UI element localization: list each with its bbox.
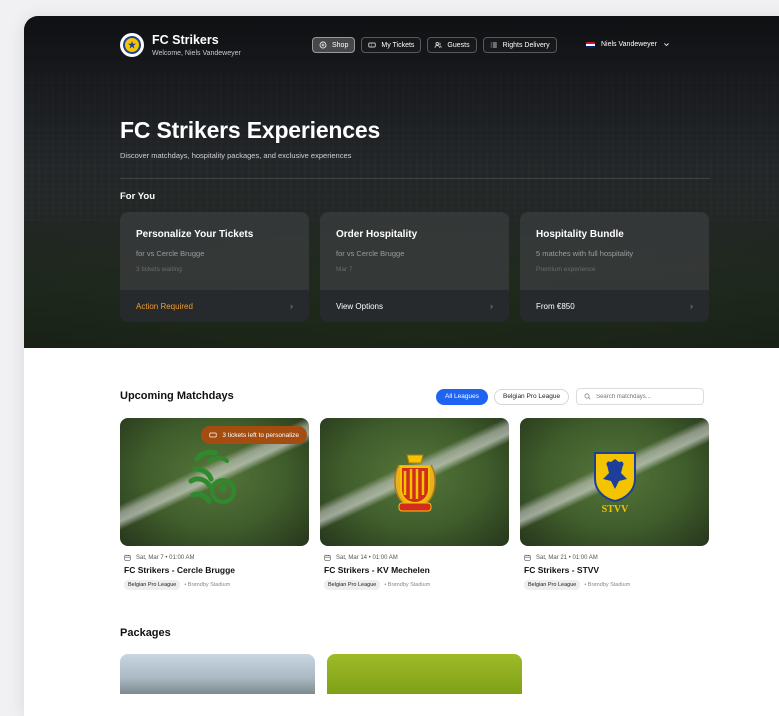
nav-bar: Shop My Tickets Guests Rights Delivery xyxy=(312,37,557,53)
matchday-card[interactable]: STVV Sat, Mar 21 • 01:00 AM FC Strikers … xyxy=(520,418,709,590)
chevron-right-icon: › xyxy=(490,301,493,311)
chevron-right-icon: › xyxy=(290,301,293,311)
calendar-icon xyxy=(324,554,331,561)
matchday-filters: All Leagues Belgian Pro League xyxy=(436,388,705,405)
nav-shop-button[interactable]: Shop xyxy=(312,37,356,53)
match-date: Sat, Mar 14 • 01:00 AM xyxy=(320,554,509,561)
packages-heading: Packages xyxy=(120,627,171,639)
svg-text:STVV: STVV xyxy=(601,504,628,515)
top-navigation: ★ FC Strikers Welcome, Niels Vandeweyer … xyxy=(120,32,710,62)
league-tag: Belgian Pro League xyxy=(524,580,581,590)
search-input[interactable] xyxy=(596,393,697,400)
for-you-cards: Personalize Your Tickets for vs Cercle B… xyxy=(120,212,709,322)
order-hospitality-card[interactable]: Order Hospitality for vs Cercle Brugge M… xyxy=(320,212,509,322)
personalize-badge: 3 tickets left to personalize xyxy=(201,426,307,444)
welcome-text: Welcome, Niels Vandeweyer xyxy=(152,50,241,57)
card-footer[interactable]: View Options › xyxy=(320,290,509,322)
nav-guests-label: Guests xyxy=(447,41,470,49)
user-name: Niels Vandeweyer xyxy=(601,41,657,48)
card-detail: 3 tickets waiting xyxy=(136,266,182,273)
upcoming-matchdays-heading: Upcoming Matchdays xyxy=(120,390,234,402)
venue: • Brøndby Stadium xyxy=(184,582,231,588)
hero-section: ★ FC Strikers Welcome, Niels Vandeweyer … xyxy=(24,16,779,348)
package-cards xyxy=(120,654,522,694)
nav-rights-delivery-button[interactable]: Rights Delivery xyxy=(482,37,557,53)
match-name: FC Strikers - Cercle Brugge xyxy=(124,565,236,575)
shop-icon xyxy=(319,41,327,49)
page-subtitle: Discover matchdays, hospitality packages… xyxy=(120,151,352,160)
league-tag: Belgian Pro League xyxy=(324,580,381,590)
card-footer[interactable]: From €850 › xyxy=(520,290,709,322)
matchday-cards: 3 tickets left to personalize Sat, Mar 7… xyxy=(120,418,709,590)
guests-icon xyxy=(435,42,442,48)
match-meta: Belgian Pro League • Brøndby Stadium xyxy=(320,580,509,590)
card-action: From €850 xyxy=(536,301,575,311)
ticket-icon xyxy=(368,42,376,48)
calendar-icon xyxy=(124,554,131,561)
card-title: Personalize Your Tickets xyxy=(136,229,254,240)
nav-my-tickets-button[interactable]: My Tickets xyxy=(361,37,422,53)
ticket-icon xyxy=(209,432,217,438)
app-window: ★ FC Strikers Welcome, Niels Vandeweyer … xyxy=(24,16,779,716)
calendar-icon xyxy=(524,554,531,561)
nav-shop-label: Shop xyxy=(332,41,349,49)
uk-flag-icon xyxy=(586,41,595,48)
stvv-crest-icon: STVV xyxy=(593,452,636,515)
match-meta: Belgian Pro League • Brøndby Stadium xyxy=(520,580,709,590)
card-detail: Premium experience xyxy=(536,266,596,273)
cercle-brugge-crest-icon xyxy=(188,449,236,504)
list-icon xyxy=(490,42,497,48)
match-date: Sat, Mar 21 • 01:00 AM xyxy=(520,554,709,561)
filter-belgian-pro-league[interactable]: Belgian Pro League xyxy=(493,388,570,405)
match-name: FC Strikers - KV Mechelen xyxy=(324,565,430,575)
chevron-down-icon xyxy=(664,43,669,47)
match-image xyxy=(320,418,509,546)
personalize-tickets-card[interactable]: Personalize Your Tickets for vs Cercle B… xyxy=(120,212,309,322)
chevron-right-icon: › xyxy=(690,301,693,311)
package-card[interactable] xyxy=(327,654,522,694)
card-subtitle: for vs Cercle Brugge xyxy=(336,249,405,258)
nav-guests-button[interactable]: Guests xyxy=(427,37,477,53)
card-action: Action Required xyxy=(136,301,193,311)
match-image: 3 tickets left to personalize xyxy=(120,418,309,546)
card-footer[interactable]: Action Required › xyxy=(120,290,309,322)
search-matchdays[interactable] xyxy=(576,388,705,405)
card-title: Hospitality Bundle xyxy=(536,229,624,240)
filter-all-leagues[interactable]: All Leagues xyxy=(436,388,488,405)
brand-name: FC Strikers xyxy=(152,33,219,47)
venue: • Brøndby Stadium xyxy=(384,582,431,588)
kv-mechelen-crest-icon xyxy=(393,454,436,512)
league-tag: Belgian Pro League xyxy=(124,580,181,590)
card-subtitle: 5 matches with full hospitality xyxy=(536,249,634,258)
venue: • Brøndby Stadium xyxy=(584,582,631,588)
hospitality-bundle-card[interactable]: Hospitality Bundle 5 matches with full h… xyxy=(520,212,709,322)
card-action: View Options xyxy=(336,301,383,311)
card-subtitle: for vs Cercle Brugge xyxy=(136,249,205,258)
match-name: FC Strikers - STVV xyxy=(524,565,600,575)
divider xyxy=(120,178,710,179)
match-meta: Belgian Pro League • Brøndby Stadium xyxy=(120,580,309,590)
match-image: STVV xyxy=(520,418,709,546)
badge-label: 3 tickets left to personalize xyxy=(222,431,299,439)
nav-my-tickets-label: My Tickets xyxy=(381,41,415,49)
package-card[interactable] xyxy=(120,654,315,694)
matchday-card[interactable]: Sat, Mar 14 • 01:00 AM FC Strikers - KV … xyxy=(320,418,509,590)
user-menu[interactable]: Niels Vandeweyer xyxy=(586,41,670,48)
match-date: Sat, Mar 7 • 01:00 AM xyxy=(120,554,309,561)
for-you-heading: For You xyxy=(120,191,156,202)
search-icon xyxy=(584,393,591,400)
nav-rights-delivery-label: Rights Delivery xyxy=(502,41,550,49)
matchday-card[interactable]: 3 tickets left to personalize Sat, Mar 7… xyxy=(120,418,309,590)
club-logo[interactable]: ★ xyxy=(120,33,144,57)
card-detail: Mar 7 xyxy=(336,266,353,273)
page-title: FC Strikers Experiences xyxy=(120,117,381,143)
card-title: Order Hospitality xyxy=(336,229,418,240)
